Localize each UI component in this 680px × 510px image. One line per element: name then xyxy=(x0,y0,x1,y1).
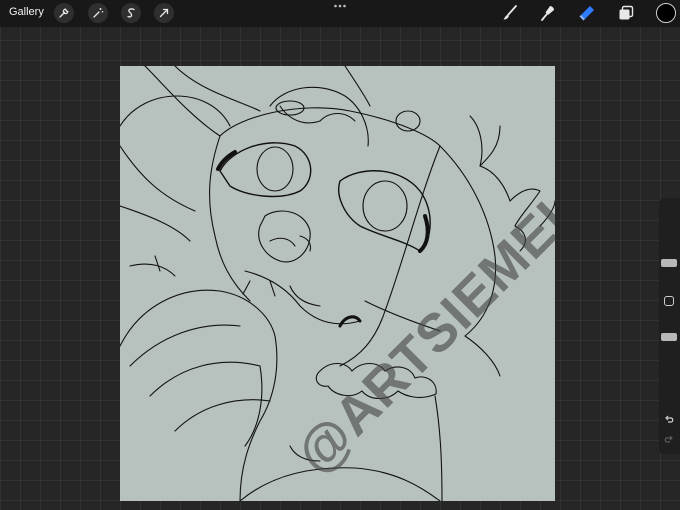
layers-button[interactable] xyxy=(615,3,637,23)
redo-icon[interactable] xyxy=(663,434,675,446)
brush-size-slider[interactable] xyxy=(661,259,677,268)
brush-icon xyxy=(503,5,517,20)
more-options-icon[interactable] xyxy=(333,3,347,9)
wrench-icon xyxy=(59,8,69,18)
selection-button[interactable] xyxy=(121,3,141,23)
selection-s-icon xyxy=(127,8,135,18)
drawing-canvas[interactable]: @ARTSIEMELON xyxy=(120,66,555,501)
side-controls xyxy=(659,198,680,454)
eraser-icon xyxy=(579,6,594,21)
top-toolbar: Gallery xyxy=(0,0,680,27)
magic-wand-icon xyxy=(93,8,104,18)
opacity-slider[interactable] xyxy=(661,332,677,341)
color-swatch[interactable] xyxy=(656,3,676,23)
smudge-icon xyxy=(541,6,554,21)
smudge-button[interactable] xyxy=(537,3,559,23)
undo-icon[interactable] xyxy=(663,414,675,426)
brush-button[interactable] xyxy=(499,3,521,23)
adjustments-button[interactable] xyxy=(88,3,108,23)
transform-arrow-icon xyxy=(159,8,169,18)
modify-button[interactable] xyxy=(664,296,674,306)
actions-button[interactable] xyxy=(54,3,74,23)
gallery-button[interactable]: Gallery xyxy=(9,6,44,18)
layers-icon xyxy=(619,5,634,20)
eraser-button[interactable] xyxy=(576,3,598,23)
transform-button[interactable] xyxy=(154,3,174,23)
